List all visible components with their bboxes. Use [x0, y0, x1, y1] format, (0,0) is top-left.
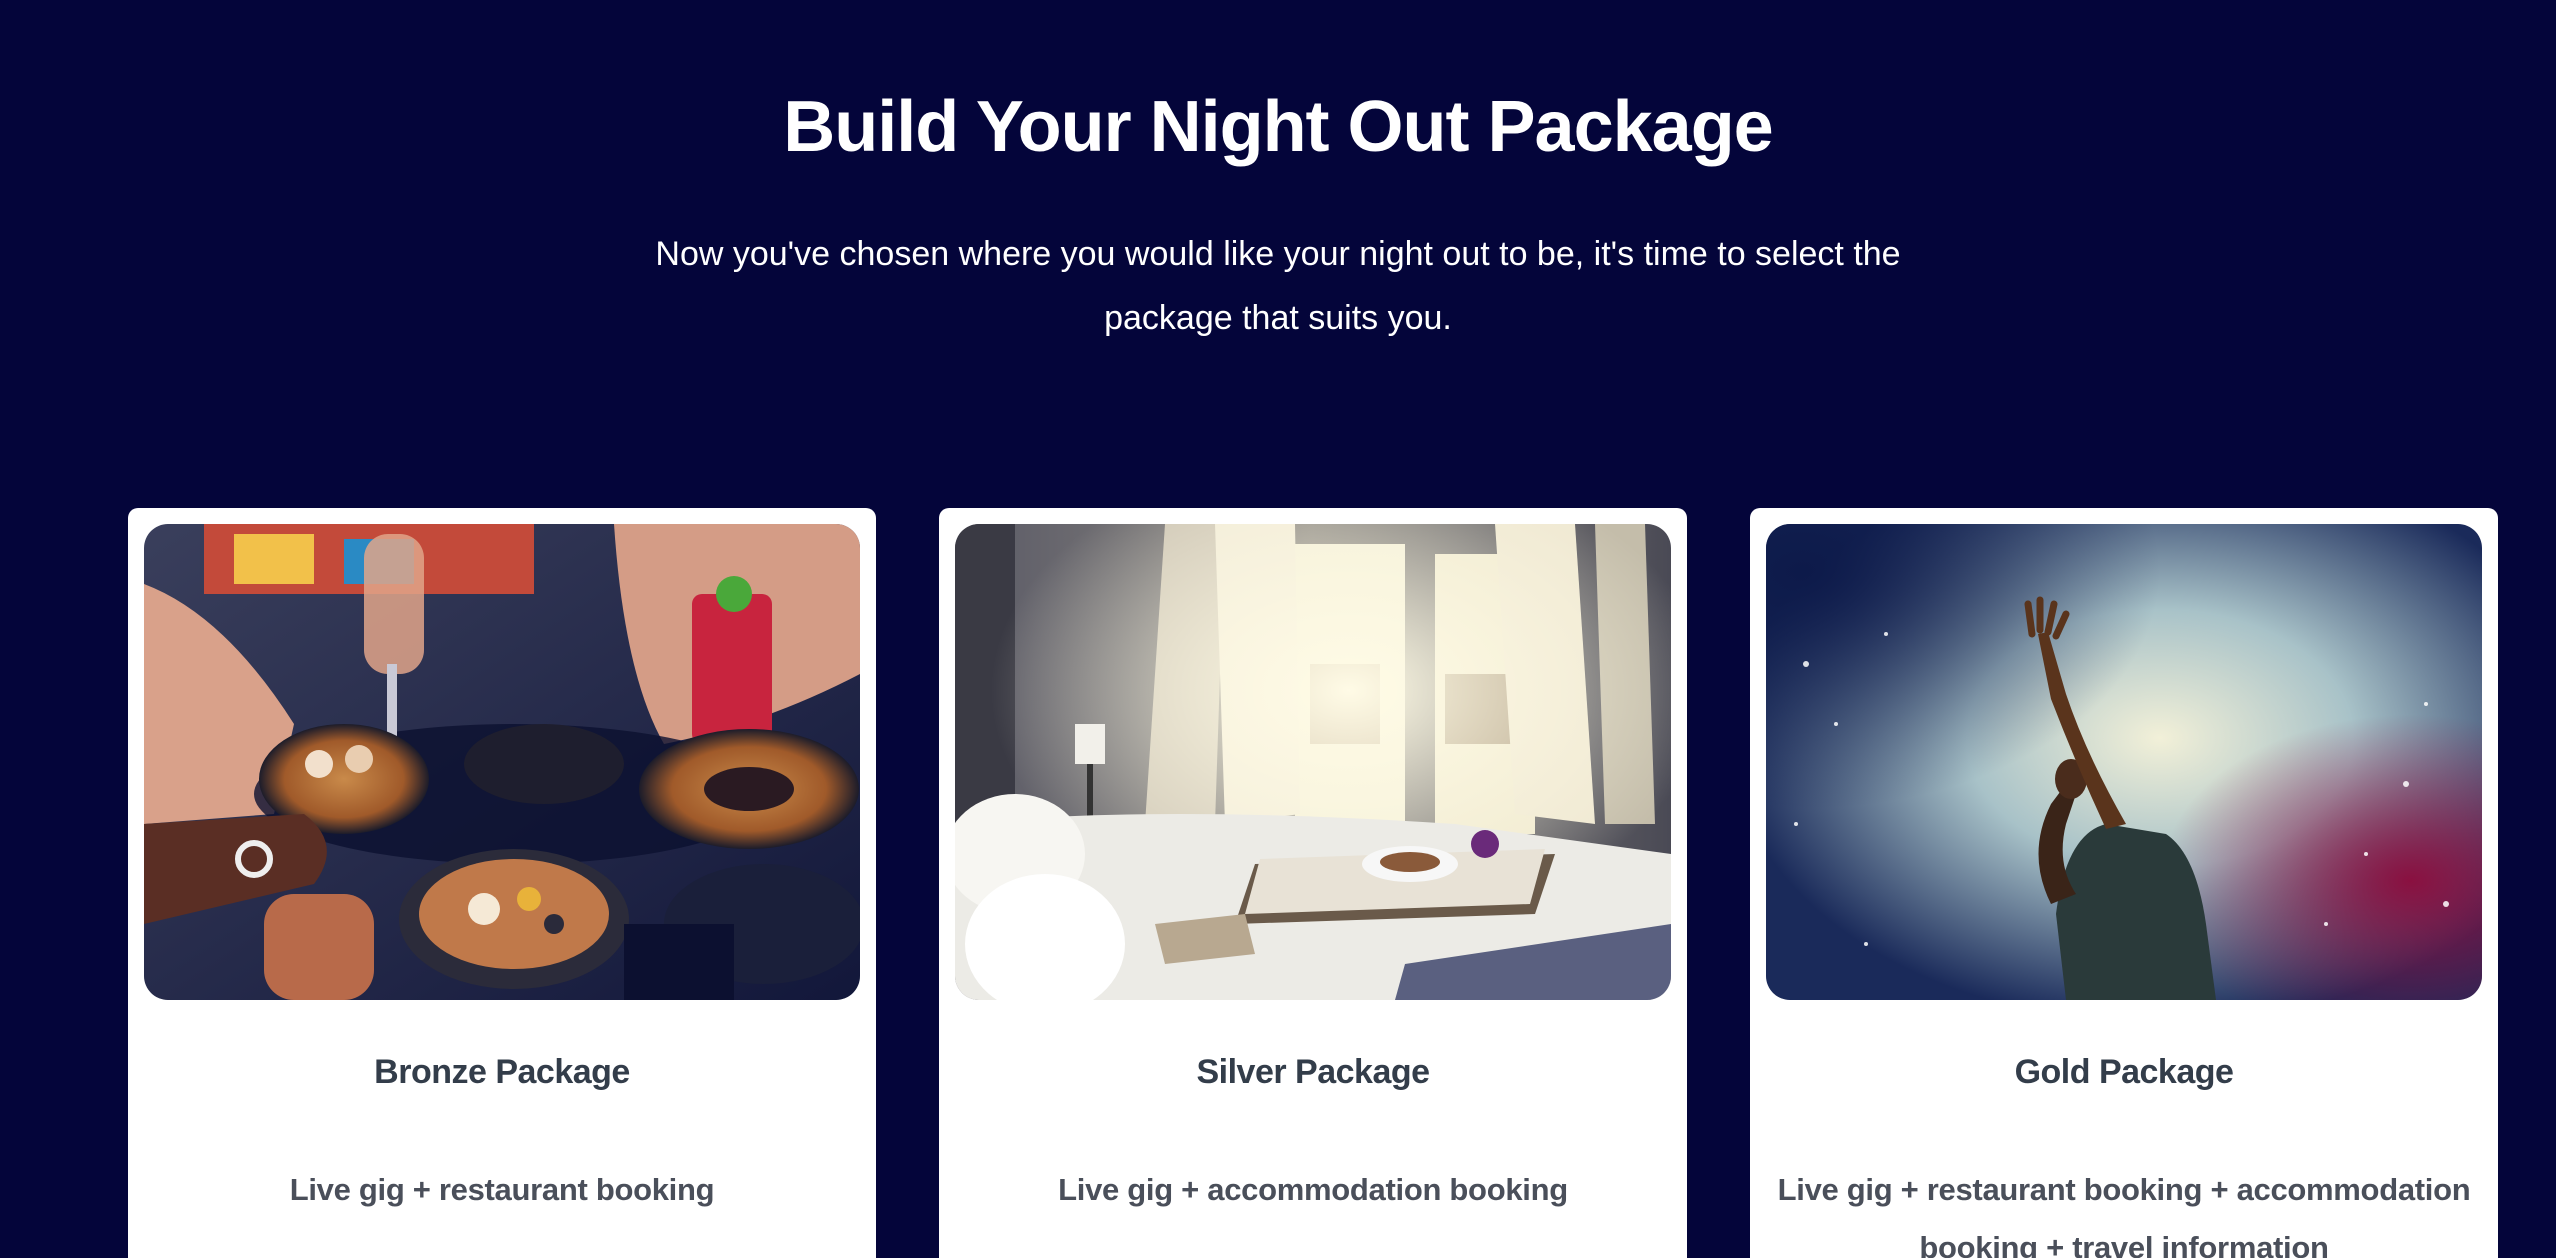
package-card-silver[interactable]: Silver Package Live gig + accommodation …	[939, 508, 1687, 1258]
package-card-gold[interactable]: Gold Package Live gig + restaurant booki…	[1750, 508, 2498, 1258]
page-title: Build Your Night Out Package	[783, 87, 1773, 167]
package-title: Bronze Package	[374, 1053, 630, 1091]
concert-performer-photo	[1766, 524, 2482, 1000]
package-card-bronze[interactable]: Bronze Package Live gig + restaurant boo…	[128, 508, 876, 1258]
package-description: Live gig + restaurant booking + accommod…	[1777, 1172, 2471, 1258]
package-description: Live gig + restaurant booking	[289, 1172, 715, 1207]
hotel-bedroom-photo	[955, 524, 1671, 1000]
package-title: Silver Package	[1196, 1053, 1430, 1091]
package-title: Gold Package	[2014, 1053, 2234, 1091]
restaurant-dinner-photo	[144, 524, 860, 1000]
page-subtitle: Now you've chosen where you would like y…	[655, 235, 1901, 337]
package-description: Live gig + accommodation booking	[1058, 1172, 1568, 1207]
